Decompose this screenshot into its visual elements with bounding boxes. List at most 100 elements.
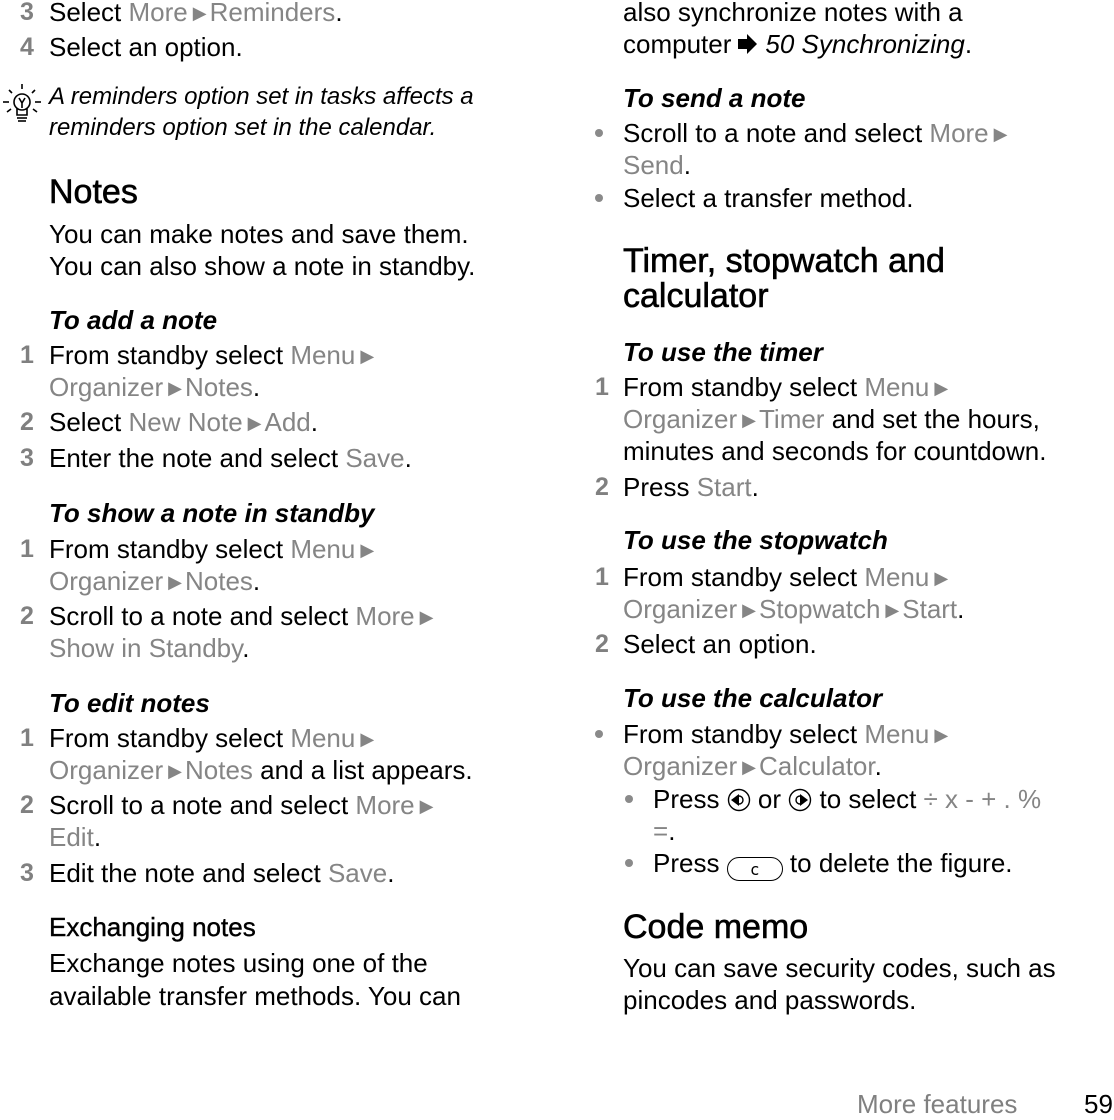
sub-bullet-text: Press c to delete the figure. <box>653 848 1013 881</box>
menu-arrow-icon: ▶ <box>934 568 949 588</box>
bullet <box>595 129 603 137</box>
step-text: From standby select Menu ▶ <box>623 562 949 592</box>
menu-arrow-icon: ▶ <box>360 346 375 366</box>
menu-arrow-icon: ▶ <box>419 607 434 627</box>
step-text: Select an option. <box>623 629 817 659</box>
step-text: Edit the note and select Save. <box>49 858 395 888</box>
body-line: pincodes and passwords. <box>623 985 917 1015</box>
menu-arrow-icon: ▶ <box>993 124 1008 144</box>
menu-arrow-icon: ▶ <box>419 796 434 816</box>
step-text: From standby select Menu ▶ <box>49 340 375 370</box>
step-number: 2 <box>595 473 609 501</box>
step-number: 2 <box>595 630 609 658</box>
tip-line: reminders option set in the calendar. <box>49 114 437 141</box>
step-text-cont: Organizer ▶ Stopwatch ▶ Start. <box>623 594 965 624</box>
subheading-timer: To use the timer <box>623 337 823 367</box>
body-line: also synchronize notes with a <box>623 0 963 27</box>
menu-arrow-icon: ▶ <box>742 410 756 430</box>
sub-bullet <box>625 795 633 803</box>
body-line: available transfer methods. You can <box>49 981 461 1011</box>
section-heading-timer: Timer, stopwatch and <box>623 242 945 280</box>
step-text: From standby select Menu ▶ <box>49 534 375 564</box>
menu-arrow-icon: ▶ <box>742 600 756 620</box>
menu-arrow-icon: ▶ <box>934 378 949 398</box>
step-number: 2 <box>20 602 34 630</box>
clear-key-icon: c <box>726 857 783 881</box>
footer-section-title: More features <box>857 1089 1018 1119</box>
arrow-right-icon <box>733 30 759 62</box>
step-text: From standby select Menu ▶ <box>623 372 949 402</box>
menu-arrow-icon: ▶ <box>360 729 375 749</box>
step-text-cont: Organizer ▶ Notes. <box>49 566 261 596</box>
step-text: From standby select Menu ▶ <box>49 723 375 753</box>
step-number: 1 <box>20 724 34 752</box>
step-text: Enter the note and select Save. <box>49 443 412 473</box>
step-text: Press Start. <box>623 472 759 502</box>
bullet-text-cont: Send. <box>623 150 691 180</box>
menu-item-more: More <box>128 0 188 27</box>
step-text-cont: Edit. <box>49 822 102 852</box>
subheading-show-note: To show a note in standby <box>49 498 375 528</box>
step-number: 2 <box>20 408 34 436</box>
body-line-reference: computer 50 Synchronizing. <box>623 28 972 62</box>
menu-arrow-icon: ▶ <box>168 761 182 781</box>
step-text-cont: Organizer ▶ Notes and a list appears. <box>49 755 473 785</box>
bullet-text: Select a transfer method. <box>623 183 914 213</box>
nav-right-key-icon <box>788 787 812 812</box>
page-number: 59 <box>1084 1089 1113 1119</box>
menu-arrow-icon: ▶ <box>360 540 375 560</box>
step-text: Scroll to a note and select More ▶ <box>49 790 434 820</box>
step-text-cont: minutes and seconds for countdown. <box>623 436 1047 466</box>
step-text-cont: Show in Standby. <box>49 633 250 663</box>
intro-line: You can also show a note in standby. <box>49 251 476 281</box>
section-heading-timer-cont: calculator <box>623 277 769 315</box>
step-number: 3 <box>20 859 34 887</box>
menu-arrow-icon: ▶ <box>885 600 900 620</box>
bullet-text: Scroll to a note and select More ▶ <box>623 118 1008 148</box>
menu-arrow-icon: ▶ <box>247 413 262 433</box>
body-line: Exchange notes using one of the <box>49 948 428 978</box>
step-number: 3 <box>20 444 34 472</box>
menu-arrow-icon: ▶ <box>168 378 182 398</box>
step-number: 1 <box>595 373 609 401</box>
step-number: 1 <box>20 535 34 563</box>
bullet-text-cont: Organizer ▶ Calculator. <box>623 751 882 781</box>
nav-left-key-icon <box>727 787 751 812</box>
section-heading-exchanging: Exchanging notes <box>49 912 256 942</box>
menu-arrow-icon: ▶ <box>192 3 207 23</box>
section-heading-notes: Notes <box>49 173 138 211</box>
page-reference-link[interactable]: 50 Synchronizing <box>765 29 964 59</box>
step-text: Select an option. <box>49 32 243 62</box>
menu-arrow-icon: ▶ <box>168 572 182 592</box>
subheading-edit-notes: To edit notes <box>49 688 210 718</box>
calculator-operators: ÷ x - + . % <box>923 784 1042 814</box>
bullet <box>595 730 603 738</box>
sub-bullet <box>625 859 633 867</box>
lightbulb-icon <box>2 82 42 133</box>
bullet <box>595 194 603 202</box>
step-text-cont: Organizer ▶ Notes. <box>49 372 261 402</box>
menu-item-reminders: Reminders <box>209 0 336 27</box>
step-text: Select More ▶ Reminders. <box>49 0 343 29</box>
subheading-stopwatch: To use the stopwatch <box>623 525 888 555</box>
subheading-send-note: To send a note <box>623 83 806 113</box>
step-text-cont: Organizer ▶ Timer and set the hours, <box>623 404 1040 434</box>
intro-line: You can make notes and save them. <box>49 219 469 249</box>
step-number: 3 <box>20 0 34 26</box>
body-line: You can save security codes, such as <box>623 953 1056 983</box>
step-number: 4 <box>20 33 34 61</box>
section-heading-code-memo: Code memo <box>623 908 809 946</box>
step-text: Scroll to a note and select More ▶ <box>49 601 434 631</box>
tip-line: A reminders option set in tasks affects … <box>49 83 474 110</box>
subheading-calculator: To use the calculator <box>623 683 883 713</box>
step-number: 1 <box>20 341 34 369</box>
menu-arrow-icon: ▶ <box>934 725 949 745</box>
sub-bullet-text: Press or to select ÷ x - + . % <box>653 784 1042 814</box>
step-number: 1 <box>595 563 609 591</box>
subheading-add-note: To add a note <box>49 305 218 335</box>
menu-arrow-icon: ▶ <box>742 757 756 777</box>
bullet-text: From standby select Menu ▶ <box>623 719 949 749</box>
step-number: 2 <box>20 791 34 819</box>
step-text: Select New Note ▶ Add. <box>49 407 318 437</box>
sub-bullet-text-cont: =. <box>653 816 676 846</box>
